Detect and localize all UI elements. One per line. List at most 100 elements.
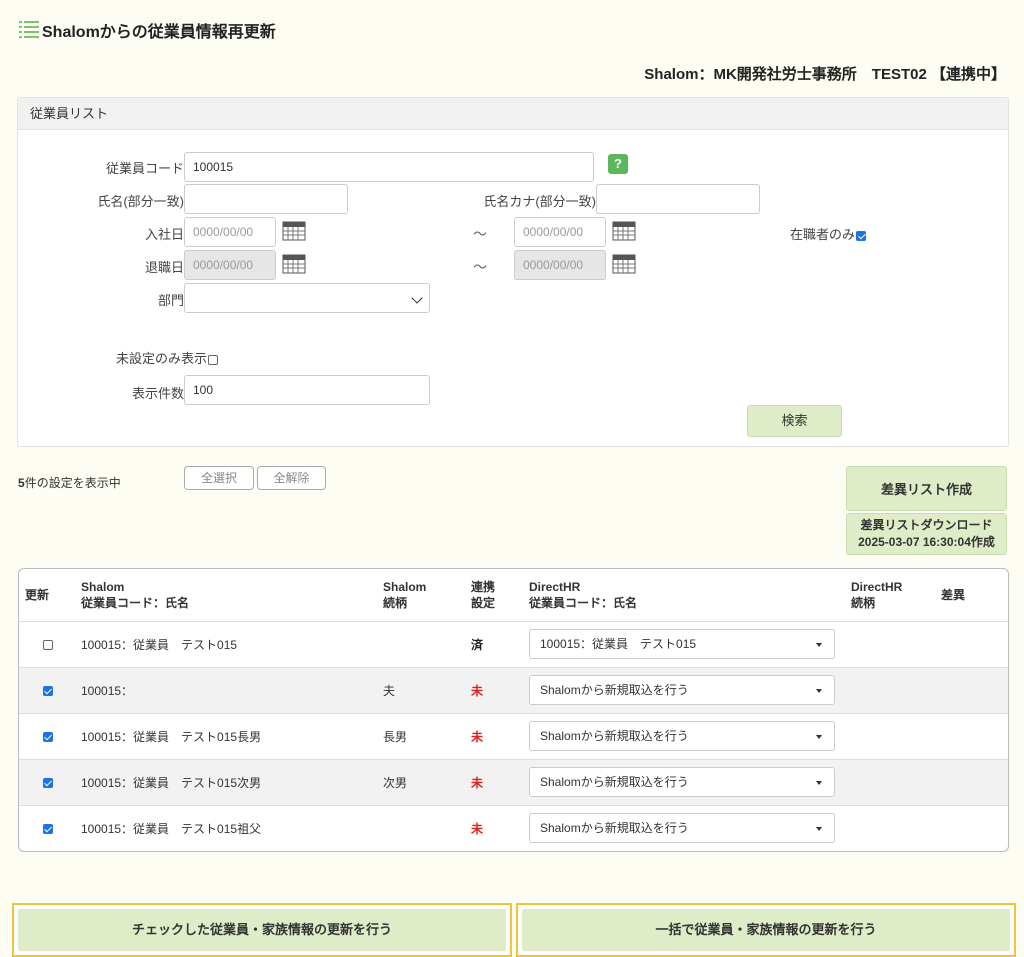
col-dhr-rel-line2: 続柄 bbox=[851, 595, 876, 610]
link-status-badge: 未 bbox=[471, 683, 484, 698]
col-link-line1: 連携 bbox=[471, 579, 496, 594]
hire-date-from-input[interactable] bbox=[184, 217, 276, 247]
row-update-checkbox[interactable] bbox=[42, 639, 53, 650]
table-row: 100015：従業員 テスト015祖父 未 Shalomから新規取込を行う bbox=[19, 805, 1008, 851]
caret-down-icon bbox=[816, 735, 822, 739]
download-diff-list-button[interactable]: 差異リストダウンロード 2025-03-07 16:30:04作成 bbox=[846, 513, 1007, 555]
range-separator: ～ bbox=[473, 259, 487, 275]
col-link-line2: 設定 bbox=[471, 595, 496, 610]
caret-down-icon bbox=[816, 827, 822, 832]
caret-down-icon bbox=[816, 781, 822, 785]
directhr-select-value: Shalomから新規取込を行う bbox=[540, 821, 689, 836]
row-update-checkbox[interactable] bbox=[42, 777, 53, 788]
page-title: Shalomからの従業員情報再更新 bbox=[42, 24, 276, 41]
shalom-relation-cell bbox=[377, 805, 465, 851]
create-diff-list-button[interactable]: 差異リスト作成 bbox=[846, 466, 1007, 511]
department-label: 部門 bbox=[157, 293, 184, 308]
directhr-relation-cell bbox=[845, 713, 935, 760]
diff-cell bbox=[935, 805, 1008, 851]
update-checked-button[interactable]: チェックした従業員・家族情報の更新を行う bbox=[18, 909, 506, 951]
department-select[interactable] bbox=[184, 283, 430, 313]
row-update-checkbox[interactable] bbox=[42, 824, 53, 835]
directhr-relation-cell bbox=[845, 805, 935, 851]
active-only-label: 在職者のみ bbox=[790, 227, 856, 242]
result-count: 5件の設定を表示中 bbox=[18, 474, 121, 491]
active-only-option[interactable]: 在職者のみ bbox=[790, 224, 867, 243]
col-diff: 差異 bbox=[935, 569, 1008, 622]
chevron-down-icon bbox=[411, 292, 423, 304]
unset-only-checkbox[interactable] bbox=[208, 354, 219, 365]
directhr-employee-select[interactable]: Shalomから新規取込を行う bbox=[529, 675, 835, 705]
shalom-relation-cell bbox=[377, 621, 465, 668]
caret-down-icon bbox=[816, 643, 822, 647]
page-header: Shalomからの従業員情報再更新 bbox=[18, 14, 276, 46]
download-diff-list-label: 差異リストダウンロード bbox=[860, 518, 993, 532]
row-update-checkbox[interactable] bbox=[42, 685, 53, 696]
unset-only-label: 未設定のみ表示 bbox=[116, 351, 208, 366]
shalom-employee-cell: 100015：従業員 テスト015長男 bbox=[75, 713, 377, 760]
employee-code-input[interactable] bbox=[184, 152, 594, 182]
col-dhr-rel-line1: DirectHR bbox=[851, 579, 903, 594]
directhr-relation-cell bbox=[845, 621, 935, 668]
directhr-employee-select[interactable]: Shalomから新規取込を行う bbox=[529, 813, 835, 844]
row-update-checkbox[interactable] bbox=[42, 731, 53, 742]
col-shalom-rel-line2: 続柄 bbox=[383, 595, 408, 610]
retire-date-to-input[interactable] bbox=[514, 250, 606, 280]
calendar-icon[interactable] bbox=[612, 219, 636, 241]
directhr-employee-select[interactable]: Shalomから新規取込を行う bbox=[529, 767, 835, 797]
active-only-checkbox[interactable] bbox=[856, 230, 867, 241]
unset-only-option[interactable]: 未設定のみ表示 bbox=[116, 348, 219, 367]
shalom-employee-cell: 100015：従業員 テスト015 bbox=[75, 621, 377, 668]
retire-date-label: 退職日 bbox=[144, 260, 184, 275]
employee-code-label: 従業員コード bbox=[105, 161, 184, 176]
link-status-badge: 未 bbox=[471, 775, 484, 790]
help-icon[interactable]: ? bbox=[608, 154, 628, 174]
directhr-employee-select[interactable]: 100015：従業員 テスト015 bbox=[529, 629, 835, 659]
link-status-badge: 未 bbox=[471, 821, 484, 836]
display-count-input[interactable] bbox=[184, 375, 430, 405]
update-checked-button-frame: チェックした従業員・家族情報の更新を行う bbox=[12, 903, 512, 957]
connection-status: Shalom：MK開発社労士事務所 TEST02 【連携中】 bbox=[644, 66, 1006, 83]
update-all-button-frame: 一括で従業員・家族情報の更新を行う bbox=[516, 903, 1016, 957]
name-input[interactable] bbox=[184, 184, 348, 214]
link-status-badge: 未 bbox=[471, 729, 484, 744]
calendar-icon[interactable] bbox=[612, 252, 636, 274]
col-dhr-line1: DirectHR bbox=[529, 579, 581, 594]
name-kana-input[interactable] bbox=[596, 184, 760, 214]
table-row: 100015：従業員 テスト015次男 次男 未 Shalomから新規取込を行う bbox=[19, 759, 1008, 806]
col-shalom-line1: Shalom bbox=[81, 579, 125, 594]
col-shalom-employee: Shalom 従業員コード：氏名 bbox=[75, 569, 377, 622]
employee-search-panel: 従業員リスト 従業員コード ? 氏名(部分一致) 氏名カナ(部分一致) 入社日 … bbox=[17, 97, 1009, 447]
calendar-icon[interactable] bbox=[282, 219, 306, 241]
hire-date-to-input[interactable] bbox=[514, 217, 606, 247]
diff-cell bbox=[935, 713, 1008, 760]
calendar-icon[interactable] bbox=[282, 252, 306, 274]
retire-date-from-input[interactable] bbox=[184, 250, 276, 280]
directhr-relation-cell bbox=[845, 667, 935, 714]
select-all-button[interactable]: 全選択 bbox=[184, 466, 254, 490]
table-header-row: 更新 Shalom 従業員コード：氏名 Shalom 続柄 連携 設定 DirectH… bbox=[19, 569, 1008, 622]
result-count-number: 5 bbox=[18, 476, 25, 490]
col-shalom-line2: 従業員コード：氏名 bbox=[81, 595, 190, 610]
col-dhr-line2: 従業員コード：氏名 bbox=[529, 595, 638, 610]
shalom-employee-cell: 100015：従業員 テスト015祖父 bbox=[81, 821, 262, 836]
search-button[interactable]: 検索 bbox=[747, 405, 842, 437]
col-directhr-relation: DirectHR 続柄 bbox=[845, 569, 935, 622]
link-status-badge: 済 bbox=[471, 637, 484, 652]
diff-cell bbox=[935, 759, 1008, 806]
update-all-button[interactable]: 一括で従業員・家族情報の更新を行う bbox=[522, 909, 1010, 951]
list-icon bbox=[19, 21, 39, 38]
name-kana-label: 氏名カナ(部分一致) bbox=[483, 194, 596, 209]
directhr-employee-select[interactable]: Shalomから新規取込を行う bbox=[529, 721, 835, 751]
result-count-suffix: 件の設定を表示中 bbox=[24, 476, 121, 490]
name-label: 氏名(部分一致) bbox=[97, 194, 184, 209]
panel-title: 従業員リスト bbox=[18, 98, 1008, 130]
deselect-all-button[interactable]: 全解除 bbox=[257, 466, 326, 490]
table-row: 100015：従業員 テスト015長男 長男 未 Shalomから新規取込を行う bbox=[19, 713, 1008, 760]
shalom-relation-cell: 次男 bbox=[377, 759, 465, 806]
diff-list-timestamp: 2025-03-07 16:30:04作成 bbox=[858, 535, 995, 549]
caret-down-icon bbox=[816, 689, 822, 693]
table-row: 100015：従業員 テスト015 済 100015：従業員 テスト015 bbox=[19, 621, 1008, 668]
employee-table: 更新 Shalom 従業員コード：氏名 Shalom 続柄 連携 設定 DirectH… bbox=[18, 568, 1009, 852]
col-shalom-relation: Shalom 続柄 bbox=[377, 569, 465, 622]
